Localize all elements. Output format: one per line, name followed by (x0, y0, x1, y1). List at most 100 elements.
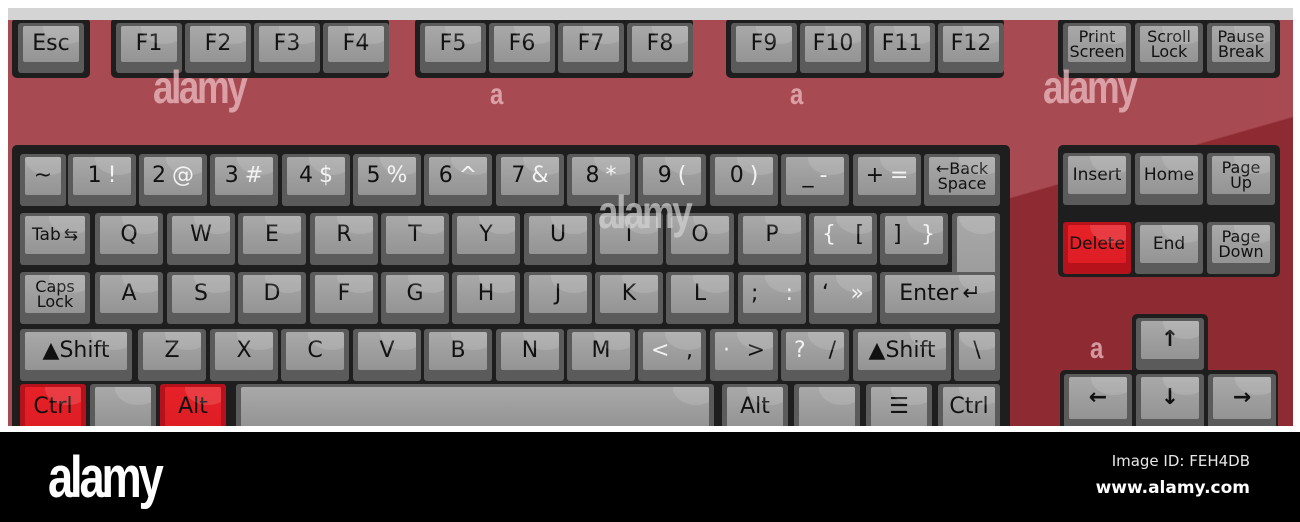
key-esc[interactable]: Esc (18, 23, 84, 73)
key-shift-letter-4[interactable]: B (424, 329, 492, 381)
key-home-letter-0[interactable]: A (95, 272, 163, 324)
key-num-2[interactable]: 3 # (210, 154, 278, 206)
main-char: 2 (152, 163, 166, 188)
key-f8[interactable]: F8 (627, 23, 693, 73)
key-f11[interactable]: F11 (869, 23, 935, 73)
key-label: ;: (743, 275, 801, 313)
key-letter-2[interactable]: E (238, 213, 306, 265)
key-letter-7[interactable]: I (595, 213, 663, 265)
key-f10[interactable]: F10 (800, 23, 866, 73)
key-arrow-left[interactable]: ← (1064, 374, 1132, 426)
key-f4[interactable]: F4 (323, 23, 389, 73)
key-punct-0[interactable]: <, (638, 329, 706, 381)
key-insert[interactable]: Insert (1063, 153, 1131, 205)
key-page-down[interactable]: Page Down (1207, 222, 1275, 274)
key-home-letter-4[interactable]: G (381, 272, 449, 324)
key-f9[interactable]: F9 (731, 23, 797, 73)
key-shift-letter-1[interactable]: X (210, 329, 278, 381)
key-tilde[interactable]: ~ (20, 154, 66, 206)
key-num-10[interactable]: _ - (781, 154, 849, 206)
key-num-8[interactable]: 9( (638, 154, 706, 206)
key-home-letter-3[interactable]: F (310, 272, 378, 324)
key-tab[interactable]: Tab ⇆ (20, 213, 90, 265)
key-bracket-close[interactable]: ]} (880, 213, 948, 265)
key-letter-8[interactable]: O (666, 213, 734, 265)
key-quote[interactable]: ‘» (809, 272, 877, 324)
key-shift-letter-0[interactable]: Z (138, 329, 206, 381)
key-backspace[interactable]: ←Back Space (924, 154, 1000, 206)
key-letter-1[interactable]: W (167, 213, 235, 265)
key-left-alt[interactable]: Alt (160, 384, 226, 426)
key-space[interactable] (236, 384, 714, 426)
key-letter-0[interactable]: Q (95, 213, 163, 265)
key-bracket-open[interactable]: {[ (809, 213, 877, 265)
key-home-letter-1[interactable]: S (167, 272, 235, 324)
key-home-letter-2[interactable]: D (238, 272, 306, 324)
key-scroll-lock[interactable]: Scroll Lock (1135, 23, 1203, 73)
key-label: 6 ^ (429, 157, 487, 195)
key-left-ctrl[interactable]: Ctrl (20, 384, 86, 426)
key-home-letter-7[interactable]: K (595, 272, 663, 324)
key-left-shift[interactable]: ▲Shift (20, 329, 132, 381)
key-home-letter-6[interactable]: J (524, 272, 592, 324)
key-num-4[interactable]: 5% (353, 154, 421, 206)
key-f7[interactable]: F7 (558, 23, 624, 73)
key-arrow-up[interactable]: ↑ (1136, 318, 1204, 370)
main-char: 5 (366, 163, 381, 188)
key-right-shift[interactable]: ▲Shift (853, 329, 951, 381)
key-label: T (386, 216, 444, 254)
key-shift-letter-3[interactable]: V (353, 329, 421, 381)
key-delete[interactable]: Delete (1063, 222, 1131, 274)
key-f1[interactable]: F1 (116, 23, 182, 73)
key-right-ctrl[interactable]: Ctrl (938, 384, 1000, 426)
key-f5[interactable]: F5 (420, 23, 486, 73)
key-num-9[interactable]: 0) (710, 154, 778, 206)
key-label: \ (959, 332, 995, 370)
shift-char: ? (794, 338, 806, 363)
key-shift-letter-6[interactable]: M (567, 329, 635, 381)
key-shift-letter-5[interactable]: N (496, 329, 564, 381)
key-letter-4[interactable]: T (381, 213, 449, 265)
key-enter[interactable]: Enter ↵ (880, 272, 1000, 324)
key-punct-2[interactable]: ? / (781, 329, 849, 381)
key-home[interactable]: Home (1135, 153, 1203, 205)
key-shift-letter-2[interactable]: C (281, 329, 349, 381)
watermark: a (790, 78, 804, 111)
key-semicolon[interactable]: ;: (738, 272, 806, 324)
key-home-letter-8[interactable]: L (666, 272, 734, 324)
key-arrow-down[interactable]: ↓ (1136, 374, 1204, 426)
key-num-7[interactable]: 8 * (567, 154, 635, 206)
key-end[interactable]: End (1135, 222, 1203, 274)
site-url[interactable]: www.alamy.com (1096, 478, 1250, 498)
key-label: Esc (23, 26, 79, 62)
key-letter-3[interactable]: R (310, 213, 378, 265)
key-f6[interactable]: F6 (489, 23, 555, 73)
key-home-letter-5[interactable]: H (452, 272, 520, 324)
key-num-3[interactable]: 4 $ (282, 154, 350, 206)
key-label: C (286, 332, 344, 370)
key-backslash[interactable]: \ (954, 329, 1000, 381)
key-num-5[interactable]: 6 ^ (424, 154, 492, 206)
key-letter-5[interactable]: Y (452, 213, 520, 265)
key-caps-lock[interactable]: Caps Lock (20, 272, 90, 324)
key-label: ▲Shift (25, 332, 127, 370)
key-left-win[interactable] (90, 384, 156, 426)
key-num-11[interactable]: + = (853, 154, 921, 206)
key-f2[interactable]: F2 (185, 23, 251, 73)
shift-char: = (890, 163, 909, 188)
key-menu[interactable]: ☰ (866, 384, 932, 426)
key-letter-9[interactable]: P (738, 213, 806, 265)
key-num-6[interactable]: 7 & (496, 154, 564, 206)
key-pause-break[interactable]: Pause Break (1207, 23, 1275, 73)
key-num-1[interactable]: 2 @ (139, 154, 207, 206)
key-print-screen[interactable]: Print Screen (1063, 23, 1131, 73)
key-right-alt[interactable]: Alt (722, 384, 788, 426)
key-right-win[interactable] (794, 384, 860, 426)
key-arrow-right[interactable]: → (1208, 374, 1276, 426)
key-num-0[interactable]: 1! (68, 154, 136, 206)
key-page-up[interactable]: Page Up (1207, 153, 1275, 205)
key-f3[interactable]: F3 (254, 23, 320, 73)
key-letter-6[interactable]: U (524, 213, 592, 265)
key-punct-1[interactable]: · > (710, 329, 778, 381)
key-f12[interactable]: F12 (938, 23, 1004, 73)
